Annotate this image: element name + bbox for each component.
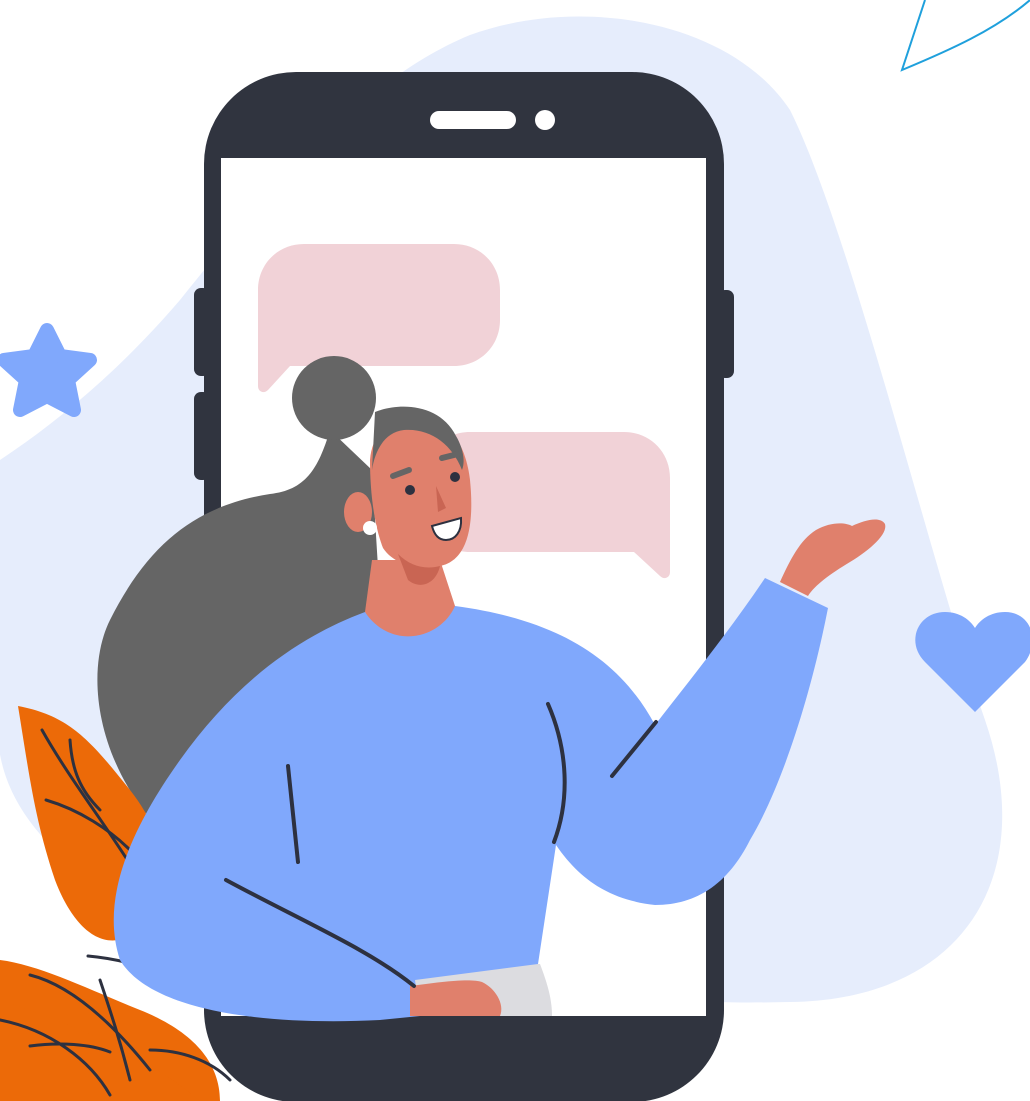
hair-bun	[292, 356, 376, 440]
eye	[450, 472, 460, 482]
sparkle-icon	[900, 0, 1030, 72]
earring	[363, 521, 377, 535]
star-icon	[0, 323, 97, 417]
phone-camera	[535, 110, 555, 130]
illustration	[0, 0, 1030, 1101]
hand-lower	[410, 980, 502, 1016]
eyebrow	[439, 451, 461, 461]
illustration-canvas	[0, 0, 1030, 1101]
eye	[405, 485, 415, 495]
phone-speaker	[430, 111, 516, 129]
